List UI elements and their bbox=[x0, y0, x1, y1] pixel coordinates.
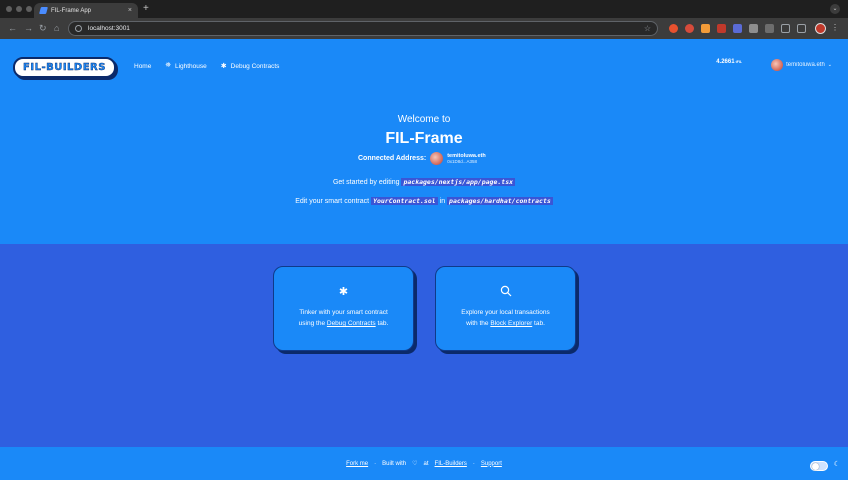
connected-address: Connected Address: temitoluwa.eth 0x1D8d… bbox=[358, 152, 486, 165]
main-nav: Home ⛯ Lighthouse ✱ Debug Contracts bbox=[134, 62, 279, 70]
nav-home-label: Home bbox=[134, 62, 152, 70]
extension-icon[interactable] bbox=[685, 24, 694, 33]
extensions-puzzle-icon[interactable] bbox=[781, 24, 790, 33]
tab-search-chevron-icon[interactable]: ⌄ bbox=[830, 4, 840, 14]
at-text: at bbox=[423, 460, 429, 467]
contract-file-name: YourContract.sol bbox=[371, 197, 438, 205]
extension-icon[interactable] bbox=[733, 24, 742, 33]
address-bar[interactable]: localhost:3001 ☆ bbox=[68, 21, 658, 36]
built-with-text: Built with bbox=[382, 460, 407, 467]
separator: · bbox=[374, 460, 377, 467]
moon-icon: ☾ bbox=[833, 461, 840, 468]
extension-icon[interactable] bbox=[749, 24, 758, 33]
close-tab-icon[interactable]: × bbox=[128, 7, 132, 14]
fil-builders-logo[interactable]: FIL-BUILDERS bbox=[13, 57, 116, 78]
tab-title: FIL-Frame App bbox=[51, 7, 92, 14]
card-text: Tinker with your smart contract using th… bbox=[282, 307, 405, 329]
extension-icon[interactable] bbox=[765, 24, 774, 33]
balance-unit: tFIL bbox=[735, 60, 742, 64]
reload-icon[interactable]: ↻ bbox=[39, 22, 47, 34]
site-info-icon[interactable] bbox=[75, 25, 82, 32]
url-text[interactable]: localhost:3001 bbox=[88, 25, 638, 32]
extension-icon[interactable] bbox=[701, 24, 710, 33]
card-line: Tinker with your smart contract bbox=[299, 309, 388, 316]
forward-icon[interactable]: → bbox=[24, 22, 33, 34]
card-post: tab. bbox=[377, 320, 389, 327]
connected-address-label: Connected Address: bbox=[358, 155, 427, 162]
search-icon bbox=[436, 285, 575, 300]
toggle-knob bbox=[812, 463, 819, 470]
favicon-icon bbox=[39, 7, 48, 14]
short-address: 0x1D8d...A358 bbox=[447, 158, 477, 164]
logo-text: FIL-BUILDERS bbox=[23, 62, 106, 73]
fork-me-link[interactable]: Fork me bbox=[346, 461, 368, 467]
home-icon[interactable]: ⌂ bbox=[54, 22, 59, 34]
heart-icon: ♡ bbox=[412, 461, 418, 467]
chevron-down-icon: ⌄ bbox=[827, 62, 832, 68]
nav-lighthouse-label: Lighthouse bbox=[174, 62, 207, 70]
account-button[interactable]: temitoluwa.eth ⌄ bbox=[771, 59, 832, 71]
side-panel-icon[interactable] bbox=[797, 24, 806, 33]
browser-tab-bar: FIL-Frame App × + ⌄ bbox=[0, 0, 848, 18]
edit-contract-text: Edit your smart contract bbox=[295, 198, 370, 205]
back-icon[interactable]: ← bbox=[8, 22, 17, 34]
features-section bbox=[0, 244, 848, 447]
card-pre: with the bbox=[466, 320, 489, 327]
extension-icon[interactable] bbox=[669, 24, 678, 33]
debug-contracts-link[interactable]: Debug Contracts bbox=[327, 320, 376, 327]
profile-avatar[interactable] bbox=[815, 23, 826, 34]
app-page: FIL-BUILDERS Home ⛯ Lighthouse ✱ Debug C… bbox=[0, 39, 848, 480]
support-link[interactable]: Support bbox=[481, 461, 502, 467]
edit-contract-line: Edit your smart contract YourContract.so… bbox=[0, 197, 848, 205]
new-tab-button[interactable]: + bbox=[143, 3, 149, 15]
contracts-path: packages/hardhat/contracts bbox=[447, 197, 553, 205]
page-file-path: packages/nextjs/app/page.tsx bbox=[401, 178, 516, 186]
card-pre: using the bbox=[298, 320, 326, 327]
theme-toggle[interactable] bbox=[810, 461, 828, 471]
nav-debug-contracts[interactable]: ✱ Debug Contracts bbox=[220, 62, 280, 71]
separator: · bbox=[472, 460, 475, 467]
block-explorer-link[interactable]: Block Explorer bbox=[490, 320, 532, 327]
footer-links: Fork me · Built with ♡ at FIL-Builders ·… bbox=[0, 460, 848, 468]
nav-lighthouse[interactable]: ⛯ Lighthouse bbox=[165, 62, 206, 70]
address-avatar bbox=[430, 152, 444, 165]
account-name: temitoluwa.eth bbox=[786, 62, 825, 68]
in-text: in bbox=[439, 198, 446, 205]
browser-tab[interactable]: FIL-Frame App × bbox=[34, 3, 138, 18]
get-started-line: Get started by editing packages/nextjs/a… bbox=[0, 178, 848, 186]
bug-icon: ✱ bbox=[338, 286, 349, 298]
block-explorer-card: Explore your local transactions with the… bbox=[435, 266, 576, 351]
bookmark-star-icon[interactable]: ☆ bbox=[644, 24, 651, 33]
window-controls[interactable] bbox=[6, 6, 32, 12]
card-post: tab. bbox=[534, 320, 545, 327]
bug-icon: ✱ bbox=[220, 63, 227, 70]
card-text: Explore your local transactions with the… bbox=[444, 307, 567, 329]
browser-menu-icon[interactable]: ⋮ bbox=[831, 22, 839, 33]
fil-builders-link[interactable]: FIL-Builders bbox=[435, 461, 467, 467]
card-line: Explore your local transactions bbox=[461, 309, 550, 316]
nav-home[interactable]: Home bbox=[134, 63, 151, 70]
debug-contracts-card: ✱ Tinker with your smart contract using … bbox=[273, 266, 414, 351]
lighthouse-icon: ⛯ bbox=[165, 62, 171, 69]
address-block[interactable]: temitoluwa.eth 0x1D8d...A358 bbox=[447, 153, 486, 165]
page-title: FIL-Frame bbox=[385, 130, 463, 147]
wallet-balance[interactable]: 4.2661tFIL bbox=[716, 59, 742, 65]
get-started-text: Get started by editing bbox=[332, 179, 400, 186]
extension-icon[interactable] bbox=[717, 24, 726, 33]
nav-debug-label: Debug Contracts bbox=[230, 62, 280, 70]
balance-value: 4.2661 bbox=[716, 59, 735, 65]
welcome-text: Welcome to bbox=[397, 114, 451, 125]
account-avatar bbox=[771, 59, 784, 71]
browser-toolbar: ← → ↻ ⌂ localhost:3001 ☆ ⋮ bbox=[0, 18, 848, 39]
